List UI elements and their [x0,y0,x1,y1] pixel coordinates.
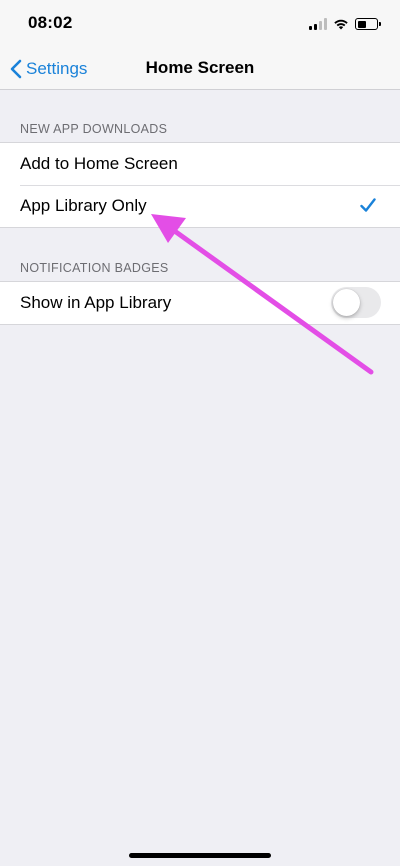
home-indicator[interactable] [129,853,271,858]
section-header-new-app-downloads: NEW APP DOWNLOADS [20,122,168,136]
option-add-to-home-screen[interactable]: Add to Home Screen [0,143,400,185]
toggle-knob [333,289,360,316]
show-in-app-library-toggle[interactable] [331,287,381,318]
status-time: 08:02 [28,13,73,32]
cellular-signal-icon [309,18,327,30]
show-in-app-library-row: Show in App Library [0,282,400,324]
status-bar: 08:02 [0,0,400,48]
notification-badges-group: Show in App Library [0,281,400,325]
section-header-notification-badges: NOTIFICATION BADGES [20,261,169,275]
status-icons [309,16,381,30]
battery-icon [355,18,381,30]
show-in-app-library-label: Show in App Library [20,293,172,312]
checkmark-icon [360,198,376,212]
new-app-downloads-group: Add to Home Screen App Library Only [0,142,400,228]
option-app-library-only[interactable]: App Library Only [0,185,400,227]
page-title: Home Screen [145,58,255,77]
navigation-bar: Settings Home Screen [0,48,400,90]
option-label: App Library Only [20,196,147,215]
wifi-icon [334,19,348,30]
home-screen-settings-page: 08:02 Settings Home Screen NEW APP DOWNL… [0,0,400,866]
option-label: Add to Home Screen [20,154,178,173]
